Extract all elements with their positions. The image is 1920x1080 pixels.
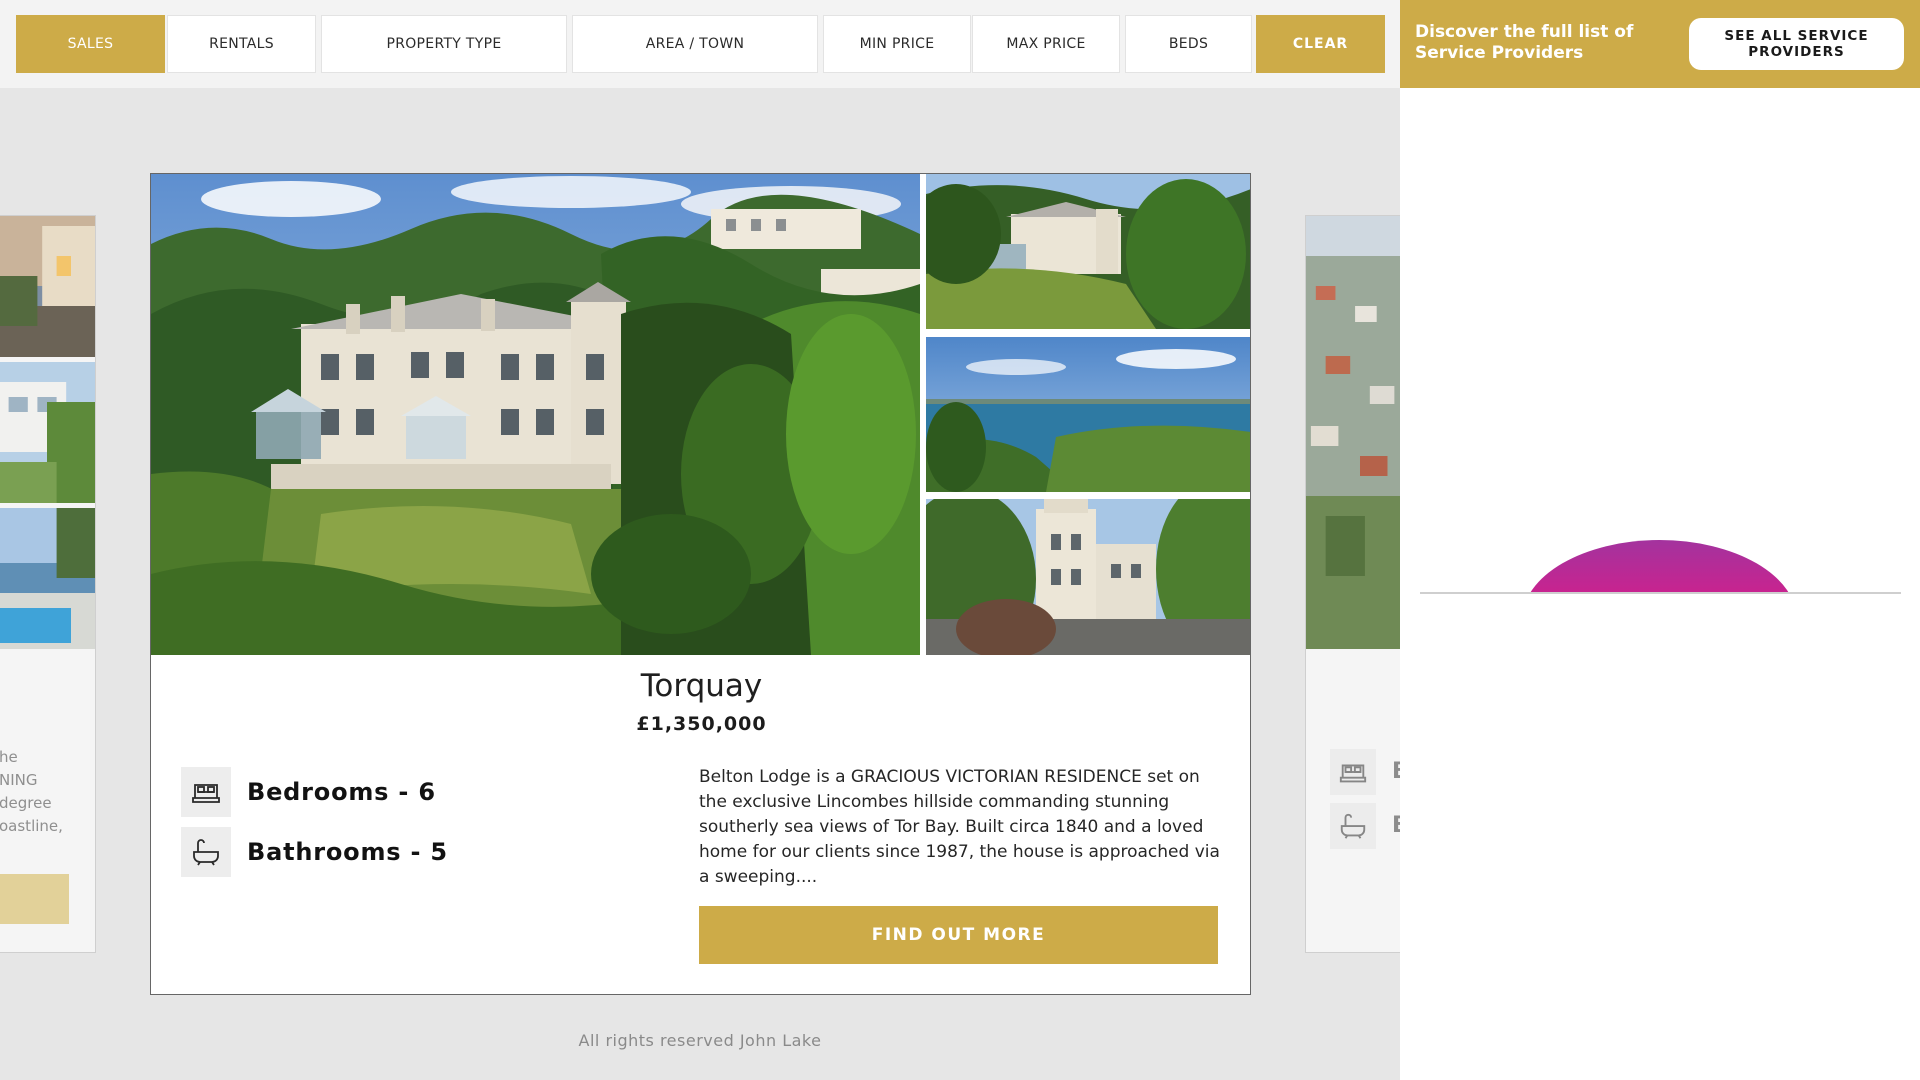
promo-banner: Discover the full list of Service Provid… <box>1400 0 1920 88</box>
listing-thumbnail[interactable] <box>926 174 1250 329</box>
max-price-dropdown[interactable]: MAX PRICE <box>972 15 1120 73</box>
bathrooms-feature: Bathrooms - 5 <box>181 827 448 877</box>
bath-icon <box>181 827 231 877</box>
listing-area: SALES RENTALS PROPERTY TYPE AREA / TOWN … <box>0 0 1415 1080</box>
clear-filters-button[interactable]: CLEAR <box>1256 15 1385 73</box>
service-providers-panel: Discover the full list of Service Provid… <box>1400 0 1920 1080</box>
bath-icon <box>1330 803 1376 849</box>
bed-icon <box>1330 749 1376 795</box>
next-listing-photo <box>1306 216 1414 649</box>
listing-price: £1,350,000 <box>636 713 767 735</box>
bed-icon <box>181 767 231 817</box>
listing-thumbnail[interactable] <box>926 337 1250 492</box>
bedrooms-feature: Bedrooms - 6 <box>181 767 436 817</box>
previous-listing-button[interactable] <box>0 874 69 924</box>
bathrooms-label: Bathrooms - 5 <box>247 838 448 866</box>
bedrooms-label: Bedrooms - 6 <box>247 778 436 806</box>
listing-description: Belton Lodge is a GRACIOUS VICTORIAN RES… <box>699 767 1220 887</box>
rentals-tab[interactable]: RENTALS <box>167 15 316 73</box>
listing-town: Torquay <box>640 668 763 704</box>
find-out-more-button[interactable]: FIND OUT MORE <box>699 906 1218 964</box>
previous-listing-text: NING <box>0 771 38 789</box>
listing-main-photo[interactable] <box>151 174 920 655</box>
previous-listing-photo <box>0 508 95 649</box>
beds-dropdown[interactable]: BEDS <box>1125 15 1252 73</box>
listing-card: Torquay £1,350,000 Bedrooms - 6 Bathroom… <box>150 173 1251 995</box>
see-all-service-providers-button[interactable]: SEE ALL SERVICE PROVIDERS <box>1689 18 1904 70</box>
copyright-notice: All rights reserved John Lake <box>578 1031 822 1050</box>
previous-listing-photo <box>0 216 95 357</box>
area-town-dropdown[interactable]: AREA / TOWN <box>572 15 818 73</box>
previous-listing-text: oastline, <box>0 817 63 835</box>
previous-listing-text: degree <box>0 794 52 812</box>
filter-bar: SALES RENTALS PROPERTY TYPE AREA / TOWN … <box>0 0 1400 88</box>
previous-listing-photo <box>0 362 95 503</box>
promo-text: Discover the full list of Service Provid… <box>1415 22 1634 63</box>
previous-listing-text: he <box>0 748 18 766</box>
sales-tab[interactable]: SALES <box>16 15 165 73</box>
listing-thumbnail[interactable] <box>926 499 1250 655</box>
loading-spinner-icon <box>1522 540 1797 593</box>
min-price-dropdown[interactable]: MIN PRICE <box>823 15 971 73</box>
previous-listing-card[interactable]: he NING degree oastline, <box>0 215 96 953</box>
property-type-dropdown[interactable]: PROPERTY TYPE <box>321 15 567 73</box>
next-listing-card[interactable]: B B <box>1305 215 1415 953</box>
loading-divider <box>1420 592 1901 594</box>
